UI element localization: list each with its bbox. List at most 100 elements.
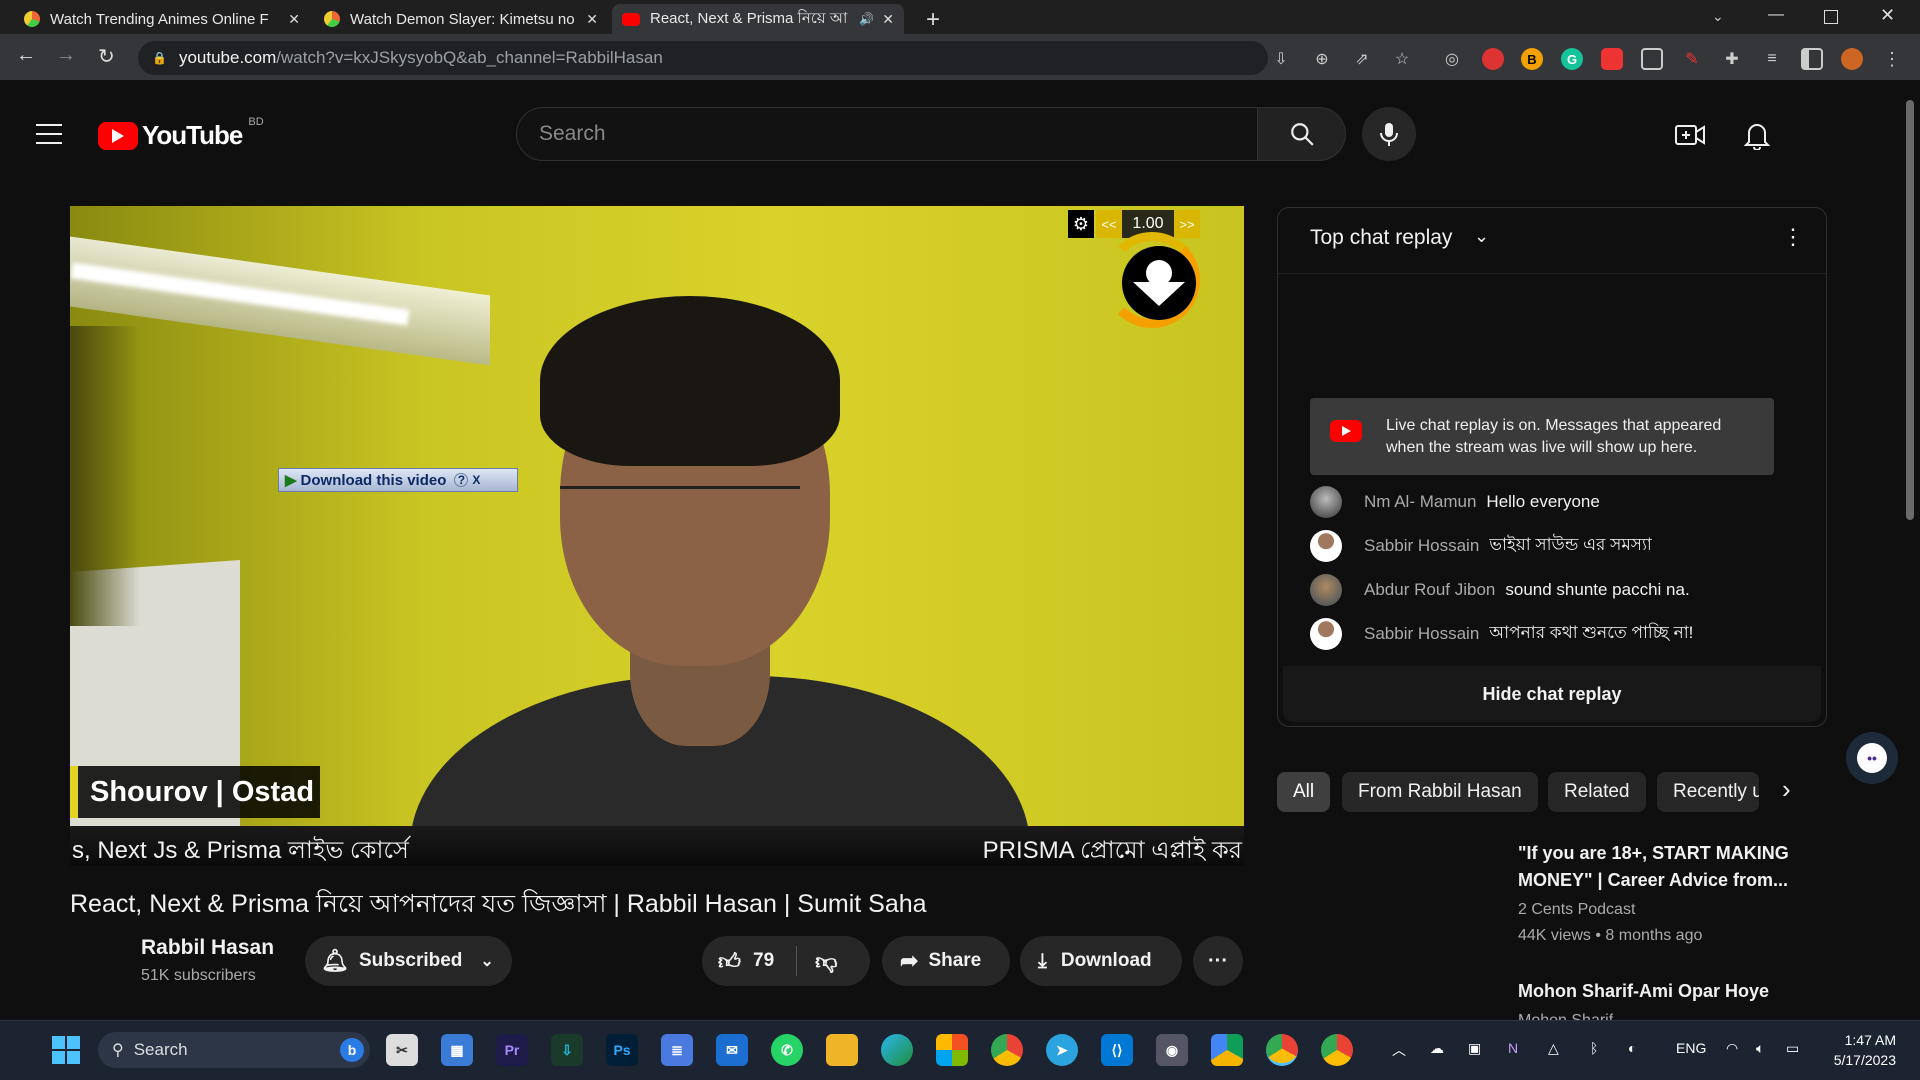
extension-glasses-icon[interactable]: ◎ [1441,48,1463,70]
hide-chat-replay-button[interactable]: Hide chat replay [1283,666,1821,722]
windows-start-icon[interactable] [52,1036,80,1064]
voice-search-button[interactable] [1362,107,1416,161]
overlay-close-icon[interactable]: X [472,473,480,487]
extension-window-icon[interactable] [1641,48,1663,70]
chrome-active-icon[interactable] [1266,1034,1298,1066]
battery-icon[interactable]: ▭ [1786,1040,1799,1057]
tray-network-app-icon[interactable]: ▣ [1468,1040,1481,1057]
extensions-puzzle-icon[interactable]: ✚ [1721,48,1743,70]
minimize-button[interactable]: — [1768,6,1784,24]
close-tab-icon[interactable]: ✕ [586,11,598,28]
tray-drive-icon[interactable]: △ [1548,1040,1559,1057]
vscode-icon[interactable]: ⟨⟩ [1101,1034,1133,1066]
tab-current-video[interactable]: React, Next & Prisma নিয়ে আ 🔊 ✕ [612,4,904,34]
search-button[interactable] [1258,107,1346,161]
mail-icon[interactable]: ✉ [716,1034,748,1066]
extension-pen-icon[interactable]: ✎ [1681,48,1703,70]
close-tab-icon[interactable]: ✕ [882,11,894,28]
close-window-button[interactable]: ✕ [1880,5,1895,26]
premiere-pro-icon[interactable]: Pr [496,1034,528,1066]
google-drive-icon[interactable] [1211,1034,1243,1066]
bing-icon[interactable]: b [340,1038,364,1062]
speed-settings-gear-icon[interactable]: ⚙ [1068,210,1094,238]
volume-icon[interactable]: 🔈︎ [1756,1040,1764,1057]
overlay-help-icon[interactable]: ? [454,473,469,487]
camera-icon[interactable]: ◉ [1156,1034,1188,1066]
whatsapp-icon[interactable]: ✆ [771,1034,803,1066]
chat-menu-icon[interactable]: ⋮ [1782,224,1804,250]
zoom-icon[interactable]: ⊕ [1311,48,1333,70]
chips-next-chevron-icon[interactable]: › [1782,774,1791,805]
avatar[interactable] [1310,486,1342,518]
microsoft-store-icon[interactable]: ▦ [441,1034,473,1066]
forward-icon[interactable]: → [56,44,76,67]
thumbs-down-icon[interactable]: 👎︎ [815,948,837,975]
chrome-icon[interactable] [991,1034,1023,1066]
close-tab-icon[interactable]: ✕ [288,11,300,28]
chat-mode-chevron-icon[interactable]: ⌄ [1474,226,1489,247]
speed-increase-button[interactable]: >> [1174,210,1200,238]
search-input[interactable]: Search [516,107,1258,161]
subscribed-button[interactable]: 🔔︎ Subscribed ⌄ [305,936,512,986]
back-icon[interactable]: ← [16,44,36,67]
chip-related[interactable]: Related [1548,772,1646,812]
tray-overflow-chevron-icon[interactable]: ︿ [1392,1040,1406,1060]
media-queue-icon[interactable]: ≡ [1761,48,1783,70]
clock-date[interactable]: 5/17/2023 [1818,1052,1896,1068]
chat-mode-dropdown[interactable]: Top chat replay [1310,226,1452,250]
language-indicator[interactable]: ENG [1676,1040,1706,1056]
browser-menu-icon[interactable]: ⋮ [1881,48,1903,70]
install-app-icon[interactable]: ⇩ [1270,48,1292,70]
new-tab-button[interactable]: + [926,6,940,34]
page-scrollbar[interactable] [1906,100,1914,520]
taskbar-search-box[interactable]: ⚲ Search b [98,1032,370,1068]
hamburger-menu-icon[interactable] [36,124,62,144]
share-page-icon[interactable]: ⇗ [1351,48,1373,70]
share-button[interactable]: ➦ Share [882,936,1010,986]
download-video-extension-icon[interactable] [1122,246,1196,320]
tab-anime-trending[interactable]: Watch Trending Animes Online F ✕ [14,4,310,34]
create-video-icon[interactable] [1674,122,1706,153]
restore-button[interactable] [1824,10,1838,24]
speed-decrease-button[interactable]: << [1096,210,1122,238]
avatar[interactable] [1310,618,1342,650]
app-download-icon[interactable]: ⇩ [551,1034,583,1066]
office-icon[interactable] [936,1034,968,1066]
audio-playing-icon[interactable]: 🔊 [859,12,874,26]
more-actions-button[interactable]: ··· [1193,936,1243,986]
clock-time[interactable]: 1:47 AM [1826,1032,1896,1048]
floating-assistant-button[interactable]: •• [1846,732,1898,784]
address-bar[interactable]: 🔒 youtube.com/watch?v=kxJSkysyobQ&ab_cha… [138,41,1268,75]
tab-search-chevron-icon[interactable]: ⌄ [1712,8,1724,25]
thumbs-up-icon[interactable]: 👍︎ [718,948,741,975]
profile-avatar[interactable] [1841,48,1863,70]
channel-name[interactable]: Rabbil Hasan [141,936,274,960]
snipping-tool-icon[interactable]: ✂ [386,1034,418,1066]
chrome-profile-icon[interactable] [1321,1034,1353,1066]
extension-red-icon[interactable] [1482,48,1504,70]
file-explorer-icon[interactable] [826,1034,858,1066]
edge-icon[interactable] [881,1034,913,1066]
reload-icon[interactable]: ↻ [98,44,115,69]
suggestion-title[interactable]: Mohon Sharif-Ami Opar Hoye [1518,981,1769,1002]
side-panel-icon[interactable] [1801,48,1823,70]
grammarly-icon[interactable]: G [1561,48,1583,70]
chip-all[interactable]: All [1277,772,1331,812]
suggestion-channel[interactable]: 2 Cents Podcast [1518,901,1635,919]
youtube-logo[interactable]: YouTube BD [98,116,264,151]
download-this-video-overlay[interactable]: ▶ Download this video ? X [278,468,518,492]
avatar[interactable] [1310,574,1342,606]
chip-from-channel[interactable]: From Rabbil Hasan [1342,772,1538,812]
suggestion-channel[interactable]: Mohon Sharif [1518,1012,1613,1020]
telegram-icon[interactable]: ➤ [1046,1034,1078,1066]
tray-app-icon[interactable]: ☁ [1430,1040,1444,1057]
onenote-tray-icon[interactable]: N [1508,1040,1518,1056]
tray-chrome-icon[interactable]: ◐ [1628,1040,1636,1056]
bookmark-star-icon[interactable]: ☆ [1391,48,1413,70]
wifi-icon[interactable]: ◠ [1726,1040,1738,1057]
extension-b-icon[interactable]: B [1521,48,1543,70]
notifications-bell-icon[interactable] [1743,120,1771,155]
tab-demon-slayer[interactable]: Watch Demon Slayer: Kimetsu no ✕ [314,4,608,34]
chip-recently-uploaded[interactable]: Recently u [1657,772,1759,812]
bluetooth-icon[interactable]: ᛒ [1590,1040,1598,1056]
